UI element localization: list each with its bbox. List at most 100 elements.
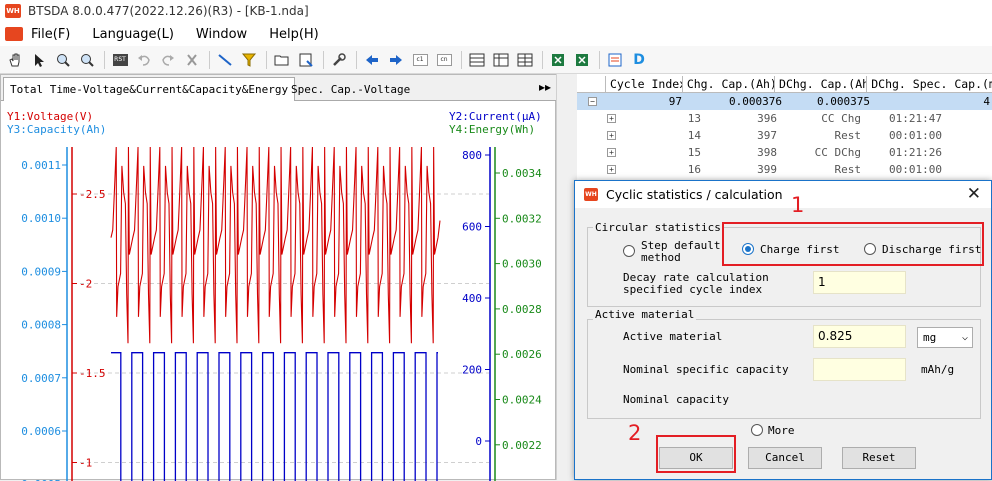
cancel-button[interactable]: Cancel	[748, 447, 822, 469]
collapse-icon[interactable]: −	[588, 97, 597, 106]
unit-select[interactable]: mg ⌵	[917, 327, 973, 348]
y1-ticks-label: -1	[79, 457, 92, 470]
d-icon[interactable]: D	[628, 50, 650, 70]
cell-dchg: 0.000375	[817, 95, 870, 108]
y4-ticks-label: 0.0034	[502, 167, 542, 180]
menu-help[interactable]: Help(H)	[269, 27, 319, 42]
expand-icon[interactable]: +	[607, 131, 616, 140]
grid-row[interactable]: + 14 397 Rest 00:01:00	[577, 127, 992, 144]
cell-step: 15	[687, 146, 701, 159]
open-folder-icon[interactable]	[271, 50, 293, 70]
cyclic-statistics-dialog: WH Cyclic statistics / calculation ✕ Cir…	[574, 180, 992, 480]
menu-language[interactable]: Language(L)	[92, 27, 174, 42]
table-stats-icon[interactable]	[514, 50, 536, 70]
active-material-field[interactable]: 0.825	[813, 325, 906, 348]
active-material-label: Active material	[623, 330, 723, 343]
close-icon[interactable]: ✕	[967, 184, 981, 204]
step-forward-icon[interactable]	[385, 50, 407, 70]
nominal-specific-capacity-field[interactable]	[813, 358, 906, 381]
toolbar-separator	[209, 50, 210, 69]
chart-tab-bar: Total Time-Voltage&Current&Capacity&Ener…	[1, 75, 557, 101]
toolbar-separator	[599, 50, 600, 69]
expand-icon[interactable]: +	[607, 148, 616, 157]
annotation-number-2: 2	[628, 421, 642, 445]
delete-icon[interactable]	[181, 50, 203, 70]
circular-statistics-label: Circular statistics	[593, 221, 723, 234]
cell-record: 396	[757, 112, 777, 125]
excel-icon[interactable]	[547, 50, 569, 70]
tab-spec-cap[interactable]: Spec. Cap.-Voltage	[285, 77, 416, 101]
reset-view-icon[interactable]: RST	[109, 50, 131, 70]
header-cycle-index[interactable]: Cycle Index	[606, 76, 683, 93]
cycle-next-icon[interactable]: cn	[433, 50, 455, 70]
cell-step-type: CC Chg	[821, 112, 861, 125]
decay-cycle-index-field[interactable]: 1	[813, 271, 906, 294]
undo-icon[interactable]	[133, 50, 155, 70]
tab-scroll-arrows-icon[interactable]: ▸▸	[539, 80, 551, 94]
toolbar-separator	[104, 50, 105, 69]
toolbar: RST c1 cn D	[0, 46, 992, 74]
y2-ticks-label: 0	[475, 435, 482, 448]
expand-icon[interactable]: +	[607, 165, 616, 174]
cycle-icon[interactable]: c1	[409, 50, 431, 70]
more-radio[interactable]	[751, 424, 763, 436]
header-chg-cap[interactable]: Chg. Cap.(Ah)	[683, 76, 776, 93]
settings-wrench-icon[interactable]	[328, 50, 350, 70]
menu-window[interactable]: Window	[196, 27, 247, 42]
y4-ticks-label: 0.0024	[502, 394, 542, 407]
nominal-specific-capacity-label: Nominal specific capacity	[623, 363, 789, 376]
header-dchg-spec-cap[interactable]: DChg. Spec. Cap.(mAh/g)	[867, 76, 992, 93]
y2-ticks-label: 200	[462, 364, 482, 377]
reset-button[interactable]: Reset	[842, 447, 916, 469]
y4-axis-label: Y4:Energy(Wh)	[449, 123, 535, 136]
y3-ticks-label: 0.0007	[21, 372, 61, 385]
cell-chg: 0.000376	[729, 95, 782, 108]
grid-selected-row[interactable]: − 97 0.000376 0.000375 4	[577, 93, 992, 110]
filter-icon[interactable]	[238, 50, 260, 70]
y2-ticks-label: 600	[462, 221, 482, 234]
dialog-title-bar: WH Cyclic statistics / calculation ✕	[575, 181, 991, 208]
y2-axis-label: Y2:Current(μA)	[449, 110, 542, 123]
grid-row[interactable]: + 15 398 CC DChg 01:21:26	[577, 144, 992, 161]
cell-step: 14	[687, 129, 701, 142]
y1-axis-label: Y1:Voltage(V)	[7, 110, 93, 123]
redo-icon[interactable]	[157, 50, 179, 70]
nominal-capacity-label: Nominal capacity	[623, 393, 729, 406]
cell-duration: 01:21:26	[889, 146, 942, 159]
cell-spec: 4	[983, 95, 990, 108]
y2-ticks-label: 400	[462, 292, 482, 305]
save-as-icon[interactable]	[295, 50, 317, 70]
grid-header: Cycle Index Chg. Cap.(Ah) DChg. Cap.(Ah)…	[577, 76, 992, 93]
table-view-icon[interactable]	[490, 50, 512, 70]
y1-ticks: -2.5 -2 -1.5 -1	[72, 188, 106, 470]
grid-row[interactable]: + 13 396 CC Chg 01:21:47	[577, 110, 992, 127]
toolbar-separator	[266, 50, 267, 69]
y4-ticks: 0.0034 0.0032 0.0030 0.0028 0.0026 0.0024 0.00…	[495, 167, 542, 452]
toolbar-separator	[461, 50, 462, 69]
annotation-number-1: 1	[791, 193, 805, 217]
menu-file[interactable]: File(F)	[31, 27, 70, 42]
tab-total-time[interactable]: Total Time-Voltage&Current&Capacity&Ener…	[3, 77, 296, 101]
expand-icon[interactable]: +	[607, 114, 616, 123]
annotation-box-1	[722, 222, 984, 266]
table-icon[interactable]	[466, 50, 488, 70]
zoom-in-icon[interactable]	[52, 50, 74, 70]
chart-scrollbar[interactable]	[556, 74, 576, 480]
step-back-icon[interactable]	[361, 50, 383, 70]
hand-tool-icon[interactable]	[4, 50, 26, 70]
excel-export-icon[interactable]	[571, 50, 593, 70]
cell-step: 16	[687, 163, 701, 176]
toolbar-separator	[542, 50, 543, 69]
zoom-out-icon[interactable]	[76, 50, 98, 70]
data-export-icon[interactable]	[604, 50, 626, 70]
cell-record: 399	[757, 163, 777, 176]
line-tool-icon[interactable]	[214, 50, 236, 70]
header-dchg-cap[interactable]: DChg. Cap.(Ah)	[775, 76, 868, 93]
y4-ticks-label: 0.0022	[502, 439, 542, 452]
grid-row[interactable]: + 16 399 Rest 00:01:00	[577, 161, 992, 178]
pointer-icon[interactable]	[28, 50, 50, 70]
title-bar: WH BTSDA 8.0.0.477(2022.12.26)(R3) - [KB…	[0, 0, 992, 22]
y3-ticks: 0.00110.00100.00090.00080.00070.00060.00…	[21, 159, 67, 481]
toolbar-separator	[356, 50, 357, 69]
step-default-radio[interactable]	[623, 245, 635, 257]
